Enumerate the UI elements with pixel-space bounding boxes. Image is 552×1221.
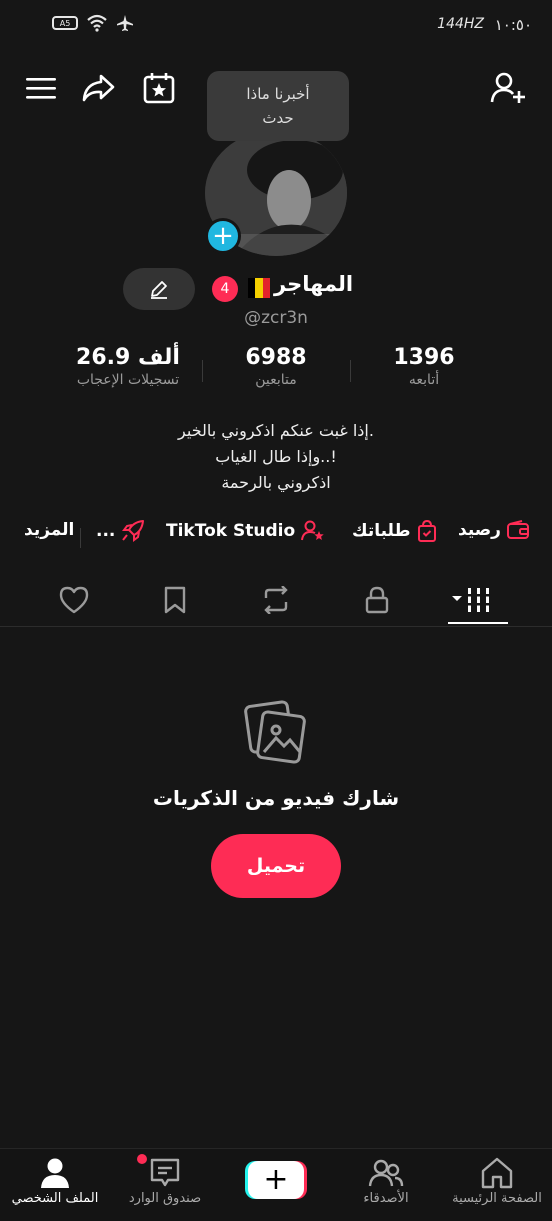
empty-state-title: شارك فيديو من الذكريات [152,786,400,810]
links-divider [80,528,81,548]
likes-count: 26.9 ألف [76,345,180,370]
refresh-rate: 144HZ [437,16,484,32]
nav-friends-label: الأصدقاء [363,1191,409,1206]
bio-line: إذا غبت عنكم اذكروني بالخير. [178,421,374,440]
tooltip-line-1: أخبرنا ماذا [246,85,310,103]
add-user-icon [490,72,525,103]
profile-icon [41,1158,69,1188]
tab-videos[interactable] [452,580,496,620]
plus-icon: + [263,1162,289,1197]
profile-handle: @zcr3n [244,308,308,328]
calendar-star-icon [143,73,175,104]
bio-line: وإذا طال الغياب..! [215,447,337,466]
notification-badge[interactable]: 4 [212,276,238,302]
wifi-icon [87,14,107,32]
bottom-nav: الصفحة الرئيسية الأصدقاء + صندوق الوارد … [0,1148,552,1221]
belgium-flag-icon [248,278,270,298]
share-icon [82,74,115,102]
promote-link[interactable]: ... [96,520,145,542]
likes-label: تسجيلات الإعجاب [76,372,180,388]
wallet-icon [506,520,529,539]
menu-icon [26,78,56,99]
followers-stat[interactable]: 6988 متابعين [196,345,356,388]
status-bar: A5 144HZ ١٠:٥٠ [0,0,552,52]
profile-bio: إذا غبت عنكم اذكروني بالخير. وإذا طال ال… [0,418,552,496]
following-count: 1396 [393,345,455,370]
airplane-icon [117,15,133,31]
more-label: المزيد [24,520,75,540]
add-friend-button[interactable] [490,70,526,106]
home-icon [481,1157,513,1189]
nav-friends[interactable]: الأصدقاء [331,1155,441,1206]
balance-link[interactable]: رصيد [458,520,529,540]
tab-saved[interactable] [153,580,197,620]
tab-reposts[interactable] [254,580,298,620]
pencil-icon [151,281,167,299]
friends-icon [368,1159,404,1187]
share-button[interactable] [80,70,116,106]
calendar-button[interactable] [141,70,177,106]
tiktok-studio-link[interactable]: TikTok Studio [166,520,325,542]
balance-label: رصيد [458,520,501,540]
inbox-notification-dot [137,1154,147,1164]
tab-liked[interactable] [52,580,96,620]
content-tabs [0,574,552,627]
upload-button[interactable]: تحميل [211,834,341,898]
nav-profile-label: الملف الشخصي [11,1191,99,1206]
photos-icon [244,700,308,764]
edit-profile-button[interactable] [123,268,195,310]
profile-name: المهاجر [274,272,354,296]
lock-icon [365,586,389,614]
following-stat[interactable]: 1396 أتابعه [344,345,504,388]
promote-label: ... [96,521,116,541]
tab-private[interactable] [355,580,399,620]
likes-stat[interactable]: 26.9 ألف تسجيلات الإعجاب [48,345,208,388]
battery-icon: A5 [52,16,78,30]
heart-icon [59,586,89,614]
orders-link[interactable]: طلباتك [352,520,437,542]
tooltip-line-2: حدث [262,109,294,127]
creator-star-icon [301,520,324,541]
inbox-icon [150,1158,180,1187]
rocket-icon [122,520,145,542]
following-label: أتابعه [408,372,440,388]
nav-profile[interactable]: الملف الشخصي [0,1155,110,1206]
bio-line: اذكروني بالرحمة [221,473,331,492]
repost-icon [264,586,288,614]
status-time: ١٠:٥٠ [494,16,532,34]
nav-inbox-label: صندوق الوارد [128,1191,202,1206]
more-link[interactable]: المزيد [24,520,74,540]
orders-label: طلباتك [352,521,411,541]
add-story-button[interactable]: + [205,218,241,254]
feedback-tooltip[interactable]: أخبرنا ماذا حدث [207,71,349,141]
nav-inbox[interactable]: صندوق الوارد [110,1155,220,1206]
studio-label: TikTok Studio [166,521,296,541]
menu-button[interactable] [23,70,59,106]
followers-label: متابعين [255,372,297,388]
create-button[interactable]: + [245,1161,307,1199]
nav-home-label: الصفحة الرئيسية [452,1191,542,1206]
video-grid-icon [452,588,492,612]
nav-home[interactable]: الصفحة الرئيسية [442,1155,552,1206]
active-tab-indicator [448,622,508,624]
status-icons: A5 [52,14,134,32]
battery-label: A5 [59,18,71,28]
plus-icon: + [212,221,234,251]
shopping-bag-icon [417,520,436,542]
profile-links: رصيد طلباتك TikTok Studio ... المزيد [0,520,552,554]
followers-count: 6988 [245,345,307,370]
bookmark-icon [164,586,186,614]
